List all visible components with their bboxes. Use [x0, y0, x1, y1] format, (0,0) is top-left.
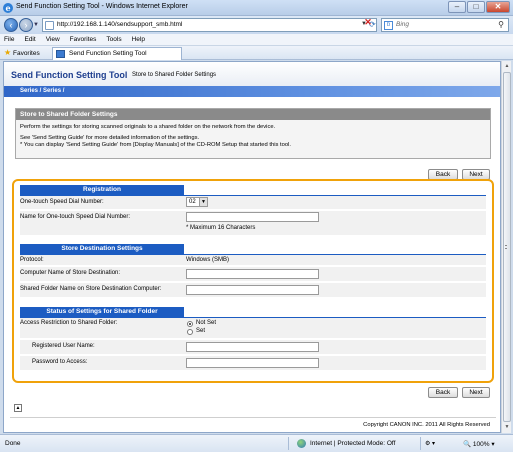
chevron-down-icon: ▾	[491, 441, 495, 448]
url-text: http://192.168.1.140/sendsupport_smb.htm…	[57, 21, 183, 28]
close-button[interactable]: ✕	[486, 1, 510, 13]
maximize-button[interactable]: □	[467, 1, 485, 13]
ie-logo-icon: e	[3, 3, 13, 13]
zoom-level[interactable]: 🔍 100% ▾	[463, 440, 495, 448]
back-button-bottom[interactable]: Back	[428, 387, 458, 398]
info-line-1: Perform the settings for storing scanned…	[20, 124, 276, 130]
stop-icon[interactable]: ✕	[362, 17, 374, 29]
app-header: Send Function Setting Tool Store to Shar…	[4, 62, 500, 86]
set-radio[interactable]	[187, 329, 193, 335]
favorites-bar: ★ Favorites Send Function Setting Tool	[0, 46, 513, 60]
back-arrow-icon[interactable]: ‹	[4, 18, 18, 32]
breadcrumb-text: Series / Series /	[20, 88, 65, 94]
computer-name-label: Computer Name of Store Destination:	[20, 270, 121, 276]
zoom-icon: 🔍	[463, 441, 472, 448]
status-text: Done	[5, 440, 21, 447]
speed-dial-select[interactable]: 02 ▼	[186, 197, 208, 207]
protected-mode-icon[interactable]: ⚙ ▾	[425, 440, 435, 447]
menu-file[interactable]: File	[4, 34, 14, 45]
forward-arrow-icon[interactable]: ›	[19, 18, 33, 32]
search-input[interactable]: b Bing ⚲	[381, 18, 509, 32]
protocol-row: Protocol: Windows (SMB)	[20, 255, 486, 265]
shared-folder-row: Shared Folder Name on Store Destination …	[20, 283, 486, 297]
password-input[interactable]	[186, 358, 319, 368]
status-heading: Status of Settings for Shared Folder	[20, 307, 184, 317]
menu-tools[interactable]: Tools	[106, 34, 121, 45]
scroll-grip	[505, 245, 507, 249]
info-panel: Store to Shared Folder Settings Perform …	[15, 108, 491, 159]
chevron-down-icon: ▼	[199, 198, 207, 206]
status-separator	[420, 437, 421, 450]
next-button-bottom[interactable]: Next	[462, 387, 490, 398]
info-line-3: * You can display 'Send Setting Guide' f…	[20, 142, 291, 148]
footer-divider	[10, 417, 496, 418]
speed-dial-name-input[interactable]	[186, 212, 319, 222]
shared-folder-label: Shared Folder Name on Store Destination …	[20, 286, 162, 292]
favorites-button[interactable]: ★ Favorites	[4, 48, 40, 59]
favorites-label: Favorites	[12, 50, 40, 57]
computer-name-input[interactable]	[186, 269, 319, 279]
security-zone[interactable]: Internet | Protected Mode: Off	[310, 440, 395, 447]
address-bar: ‹ › ▼ http://192.168.1.140/sendsupport_s…	[0, 16, 513, 34]
url-input[interactable]: http://192.168.1.140/sendsupport_smb.htm…	[42, 18, 377, 32]
favorites-star-icon: ★	[4, 48, 12, 57]
protocol-value: Windows (SMB)	[186, 257, 230, 263]
tab-page-icon	[56, 50, 65, 58]
info-line-2: See 'Send Setting Guide' for more detail…	[20, 135, 200, 141]
speed-dial-name-note: * Maximum 16 Characters	[186, 225, 256, 231]
page-viewport: Send Function Setting Tool Store to Shar…	[3, 61, 501, 433]
search-icon[interactable]: ⚲	[498, 20, 504, 29]
menu-help[interactable]: Help	[132, 34, 145, 45]
page-top-icon[interactable]: ▲	[14, 404, 22, 412]
menu-view[interactable]: View	[46, 34, 60, 45]
scroll-up-icon[interactable]: ▲	[503, 62, 511, 71]
globe-icon	[297, 439, 306, 448]
speed-dial-name-label: Name for One-touch Speed Dial Number:	[20, 214, 131, 220]
minimize-button[interactable]: ‒	[448, 1, 466, 13]
set-label: Set	[196, 328, 206, 334]
password-label: Password to Access:	[32, 359, 88, 365]
window-titlebar: e Send Function Setting Tool - Windows I…	[0, 0, 513, 16]
window-title: Send Function Setting Tool - Windows Int…	[16, 3, 188, 10]
scroll-down-icon[interactable]: ▼	[503, 423, 511, 432]
not-set-label: Not Set	[196, 320, 217, 326]
copyright-text: Copyright CANON INC. 2011 All Rights Res…	[363, 422, 490, 428]
info-body: Perform the settings for storing scanned…	[16, 120, 490, 149]
access-restriction-label: Access Restriction to Shared Folder:	[20, 320, 118, 326]
status-separator	[288, 437, 289, 450]
computer-name-row: Computer Name of Store Destination:	[20, 267, 486, 281]
speed-dial-label: One-touch Speed Dial Number:	[20, 199, 104, 205]
user-name-row: Registered User Name:	[20, 340, 486, 354]
app-subtitle: Store to Shared Folder Settings	[132, 72, 217, 78]
page-icon	[45, 21, 54, 30]
not-set-radio[interactable]	[187, 321, 193, 327]
speed-dial-name-row: Name for One-touch Speed Dial Number: * …	[20, 211, 486, 235]
access-restriction-row: Access Restriction to Shared Folder: Not…	[20, 318, 486, 338]
history-dropdown-icon[interactable]: ▼	[33, 22, 39, 28]
user-name-input[interactable]	[186, 342, 319, 352]
browser-tab[interactable]: Send Function Setting Tool	[52, 47, 182, 60]
app-title: Send Function Setting Tool	[11, 70, 128, 80]
zoom-value: 100%	[472, 441, 490, 448]
menu-edit[interactable]: Edit	[24, 34, 35, 45]
search-placeholder: Bing	[396, 21, 410, 28]
bing-icon: b	[384, 21, 393, 30]
window-controls: ‒ □ ✕	[447, 1, 510, 13]
info-heading: Store to Shared Folder Settings	[16, 109, 490, 120]
registration-heading: Registration	[20, 185, 184, 195]
status-bar: Done Internet | Protected Mode: Off ⚙ ▾ …	[0, 434, 513, 452]
settings-form: Registration One-touch Speed Dial Number…	[12, 179, 494, 383]
protocol-label: Protocol:	[20, 257, 44, 263]
shared-folder-input[interactable]	[186, 285, 319, 295]
vertical-scrollbar[interactable]: ▲ ▼	[501, 61, 511, 433]
menu-favorites[interactable]: Favorites	[70, 34, 97, 45]
user-name-label: Registered User Name:	[32, 343, 95, 349]
tab-title: Send Function Setting Tool	[69, 50, 147, 57]
destination-heading: Store Destination Settings	[20, 244, 184, 254]
menu-bar: File Edit View Favorites Tools Help	[0, 34, 513, 46]
password-row: Password to Access:	[20, 356, 486, 370]
breadcrumb: Series / Series /	[4, 86, 500, 97]
speed-dial-row: One-touch Speed Dial Number: 02 ▼	[20, 196, 486, 209]
speed-dial-value: 02	[189, 199, 196, 205]
